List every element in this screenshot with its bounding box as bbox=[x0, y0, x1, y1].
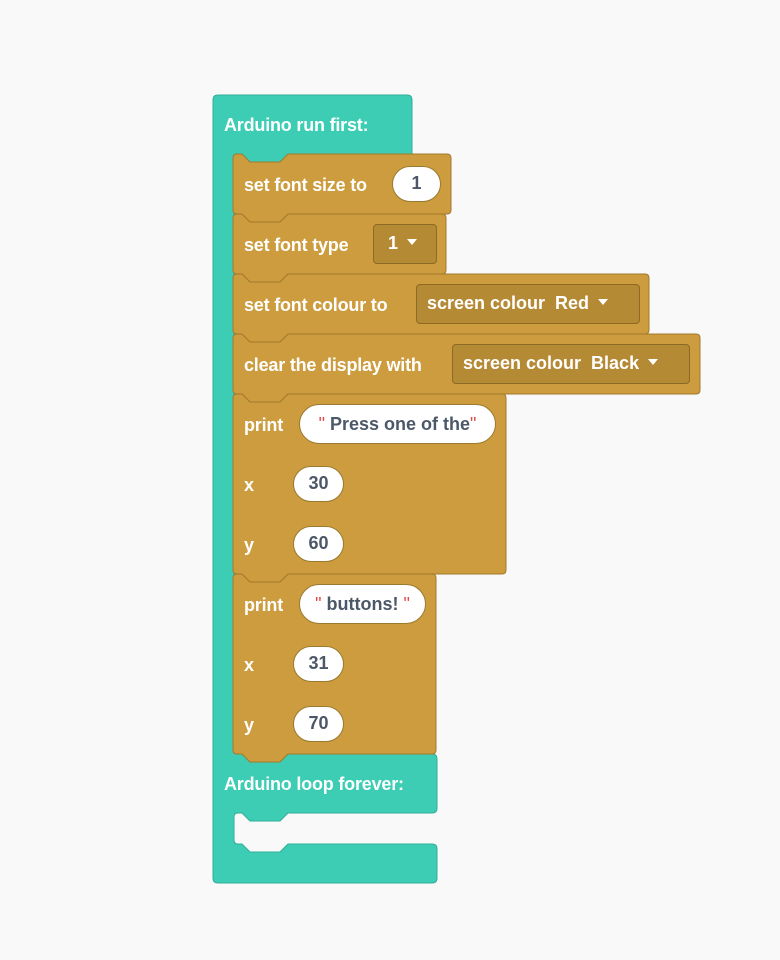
x-label-1: x bbox=[244, 475, 254, 495]
set-font-colour-label: set font colour to bbox=[244, 295, 388, 315]
clear-colour-prefix: screen colour bbox=[463, 353, 582, 373]
set-font-type-label: set font type bbox=[244, 235, 349, 255]
font-colour-dropdown[interactable]: screen colour Red bbox=[416, 284, 640, 324]
print-text-2: buttons! bbox=[326, 594, 399, 614]
chevron-down-icon bbox=[407, 239, 418, 246]
y-label-1: y bbox=[244, 535, 254, 555]
clear-display-label: clear the display with bbox=[244, 355, 422, 375]
setup-block-title: Arduino run first: bbox=[224, 115, 369, 135]
print-label-2: print bbox=[244, 595, 283, 615]
close-quote: " bbox=[403, 594, 410, 614]
set-font-size-label: set font size to bbox=[244, 175, 367, 195]
y-label-2: y bbox=[244, 715, 254, 735]
font-colour-value: Red bbox=[555, 293, 590, 313]
y-input-2[interactable]: 70 bbox=[293, 706, 344, 742]
print-label-1: print bbox=[244, 415, 283, 435]
clear-colour-value: Black bbox=[591, 353, 640, 373]
chevron-down-icon bbox=[648, 359, 659, 366]
open-quote: " bbox=[318, 414, 325, 434]
print-text-input-1[interactable]: " Press one of the" bbox=[299, 404, 496, 444]
close-quote: " bbox=[470, 414, 477, 434]
x-input-2[interactable]: 31 bbox=[293, 646, 344, 682]
font-type-value: 1 bbox=[388, 233, 399, 253]
print-text-input-2[interactable]: " buttons! " bbox=[299, 584, 426, 624]
print-text-1: Press one of the bbox=[329, 414, 471, 434]
x-input-1[interactable]: 30 bbox=[293, 466, 344, 502]
x-label-2: x bbox=[244, 655, 254, 675]
clear-colour-dropdown[interactable]: screen colour Black bbox=[452, 344, 690, 384]
font-colour-prefix: screen colour bbox=[427, 293, 546, 313]
y-input-1[interactable]: 60 bbox=[293, 526, 344, 562]
open-quote: " bbox=[315, 594, 322, 614]
block-shapes bbox=[212, 94, 701, 884]
font-type-dropdown[interactable]: 1 bbox=[373, 224, 437, 264]
chevron-down-icon bbox=[598, 299, 609, 306]
font-size-input[interactable]: 1 bbox=[392, 166, 441, 202]
loop-block-title: Arduino loop forever: bbox=[224, 774, 404, 794]
blocks-workspace[interactable]: Arduino run first: Arduino loop forever:… bbox=[0, 0, 780, 960]
